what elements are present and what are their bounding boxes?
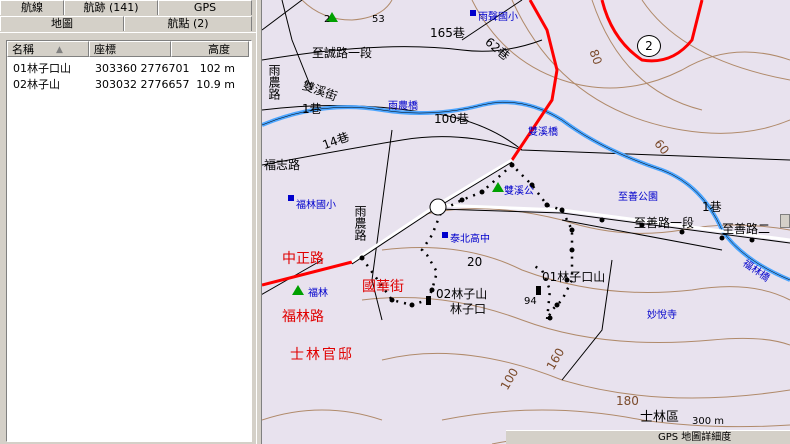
sort-ascending-icon: ▲	[56, 45, 63, 55]
road-label: 至誠路一段	[312, 46, 373, 60]
waypoint-name: 01林子口山	[13, 62, 71, 75]
road-label: 165巷	[430, 26, 465, 40]
waypoint-coordinates: 303032 2776657	[95, 78, 190, 91]
road-label-red: 福林路	[282, 309, 324, 325]
contour-label: 20	[467, 255, 483, 269]
list-row[interactable]: 01林子口山 303360 2776701 102 m	[7, 61, 249, 76]
main-roads	[351, 158, 790, 264]
road-label: 雨農路	[353, 205, 367, 241]
place-label: 至善公園	[618, 192, 658, 203]
column-header-name-label: 名稱	[12, 43, 34, 56]
road-label: 雨農路	[267, 64, 281, 100]
scroll-handle[interactable]	[780, 214, 790, 228]
waypoint-coordinates: 303360 2776701	[95, 62, 190, 75]
place-label: 福林	[308, 288, 328, 299]
landmark-label: 士林官邸	[290, 347, 354, 363]
place-label: 福林國小	[296, 200, 336, 211]
district-label: 士林區	[640, 410, 680, 425]
tab-routes[interactable]: 航線	[0, 0, 64, 15]
list-row[interactable]: 02林子山 303032 2776657 10.9 m	[7, 77, 249, 92]
route-badge: 2	[637, 35, 661, 57]
waypoint-altitude: 10.9 m	[196, 78, 235, 91]
roundabout	[429, 198, 447, 216]
elevation-label: 53	[372, 14, 385, 25]
scale-label: 300 m	[692, 416, 725, 427]
road-label: 福志路	[264, 158, 301, 172]
place-label: 妙悅寺	[647, 310, 677, 321]
tab-waypoints[interactable]: 航點 (2)	[124, 16, 252, 31]
place-label: 泰北高中	[450, 234, 490, 245]
column-header-name[interactable]: 名稱 ▲	[7, 41, 89, 57]
road-label: 1巷	[702, 200, 722, 214]
place-label: 雙溪橋	[528, 127, 558, 138]
road-label: 1巷	[302, 102, 322, 116]
map-canvas	[262, 0, 790, 444]
waypoint-label[interactable]: 01林子口山	[542, 268, 605, 285]
place-label: 雨聲國小	[478, 12, 518, 23]
tab-map[interactable]: 地圖	[0, 16, 124, 31]
status-bar: GPS 地圖詳細度	[506, 430, 790, 444]
road-label: 至善路二	[722, 222, 771, 236]
tab-gps[interactable]: GPS	[158, 0, 252, 15]
column-header-altitude[interactable]: 高度	[171, 41, 249, 57]
status-text: GPS 地圖詳細度	[658, 432, 732, 443]
elevation-label: 94	[524, 296, 537, 307]
elevation-label: 2	[324, 14, 331, 25]
contour-lines	[262, 0, 790, 444]
road-label-red: 國華街	[362, 279, 404, 295]
road-label: 至善路一段	[634, 216, 695, 230]
waypoint-list[interactable]: 名稱 ▲ 座標 高度 01林子口山 303360 2776701 102 m 0…	[6, 40, 252, 442]
column-header-coordinates[interactable]: 座標	[89, 41, 171, 57]
contour-label: 180	[616, 394, 639, 408]
place-label: 雨農橋	[388, 101, 418, 112]
map-view[interactable]: 2 165巷 62巷 至誠路一段 雙溪街 雨農路 100巷 14巷 福志路 至善…	[262, 0, 790, 444]
place-label: 雙溪公	[504, 186, 534, 197]
road-label: 100巷	[434, 112, 469, 126]
waypoint-altitude: 102 m	[199, 62, 235, 75]
tab-divider	[0, 32, 256, 33]
waypoint-name: 02林子山	[13, 78, 60, 91]
waypoint-panel: 航線 航跡 (141) GPS 地圖 航點 (2) 名稱 ▲ 座標 高度 01林…	[0, 0, 256, 444]
track-points	[359, 162, 755, 321]
tab-tracks[interactable]: 航跡 (141)	[64, 0, 158, 15]
place-label: 林子口	[450, 302, 487, 316]
road-label-red: 中正路	[282, 251, 324, 267]
